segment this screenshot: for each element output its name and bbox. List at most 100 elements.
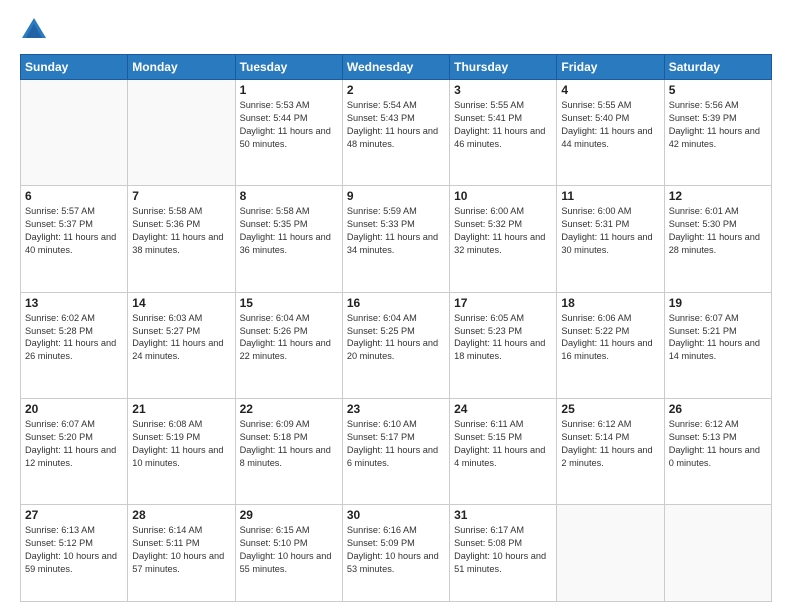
day-number: 27 <box>25 508 123 522</box>
calendar-table: SundayMondayTuesdayWednesdayThursdayFrid… <box>20 54 772 602</box>
calendar-cell: 14Sunrise: 6:03 AMSunset: 5:27 PMDayligh… <box>128 292 235 398</box>
calendar-cell: 19 Sunrise: 6:07 AMSunset: 5:21 PMDayligh… <box>664 292 771 398</box>
logo-icon <box>20 16 48 44</box>
day-number: 13 <box>25 296 123 310</box>
day-info: Sunrise: 6:09 AMSunset: 5:18 PMDaylight:… <box>240 418 338 470</box>
day-number: 25 <box>561 402 659 416</box>
calendar-week-5: 27 Sunrise: 6:13 AMSunset: 5:12 PMDayligh… <box>21 505 772 602</box>
day-number: 1 <box>240 83 338 97</box>
day-info: Sunrise: 6:06 AMSunset: 5:22 PMDaylight:… <box>561 312 659 364</box>
day-number: 9 <box>347 189 445 203</box>
day-info: Sunrise: 6:07 AMSunset: 5:20 PMDaylight:… <box>25 418 123 470</box>
calendar-cell: 27 Sunrise: 6:13 AMSunset: 5:12 PMDayligh… <box>21 505 128 602</box>
day-info: Sunrise: 6:04 AMSunset: 5:25 PMDaylight:… <box>347 312 445 364</box>
calendar-cell: 3 Sunrise: 5:55 AMSunset: 5:41 PMDaylight… <box>450 80 557 186</box>
calendar-cell: 21Sunrise: 6:08 AMSunset: 5:19 PMDayligh… <box>128 399 235 505</box>
calendar-cell: 12 Sunrise: 6:01 AMSunset: 5:30 PMDayligh… <box>664 186 771 292</box>
day-info: Sunrise: 6:04 AMSunset: 5:26 PMDaylight:… <box>240 312 338 364</box>
calendar-week-2: 6 Sunrise: 5:57 AMSunset: 5:37 PMDaylight… <box>21 186 772 292</box>
day-number: 11 <box>561 189 659 203</box>
day-number: 28 <box>132 508 230 522</box>
day-info: Sunrise: 6:12 AMSunset: 5:14 PMDaylight:… <box>561 418 659 470</box>
day-info: Sunrise: 5:54 AMSunset: 5:43 PMDaylight:… <box>347 99 445 151</box>
day-number: 15 <box>240 296 338 310</box>
calendar-cell: 4Sunrise: 5:55 AMSunset: 5:40 PMDaylight… <box>557 80 664 186</box>
calendar-cell: 7Sunrise: 5:58 AMSunset: 5:36 PMDaylight… <box>128 186 235 292</box>
calendar-cell: 6 Sunrise: 5:57 AMSunset: 5:37 PMDaylight… <box>21 186 128 292</box>
day-number: 22 <box>240 402 338 416</box>
calendar-cell: 2Sunrise: 5:54 AMSunset: 5:43 PMDaylight… <box>342 80 449 186</box>
calendar-cell: 10 Sunrise: 6:00 AMSunset: 5:32 PMDayligh… <box>450 186 557 292</box>
day-number: 19 <box>669 296 767 310</box>
day-number: 12 <box>669 189 767 203</box>
day-number: 3 <box>454 83 552 97</box>
day-number: 7 <box>132 189 230 203</box>
day-info: Sunrise: 5:56 AMSunset: 5:39 PMDaylight:… <box>669 99 767 151</box>
calendar-cell: 24 Sunrise: 6:11 AMSunset: 5:15 PMDayligh… <box>450 399 557 505</box>
day-info: Sunrise: 6:17 AMSunset: 5:08 PMDaylight:… <box>454 524 552 576</box>
calendar-cell: 26Sunrise: 6:12 AMSunset: 5:13 PMDayligh… <box>664 399 771 505</box>
day-number: 26 <box>669 402 767 416</box>
calendar-cell: 13 Sunrise: 6:02 AMSunset: 5:28 PMDayligh… <box>21 292 128 398</box>
calendar-cell: 17Sunrise: 6:05 AMSunset: 5:23 PMDayligh… <box>450 292 557 398</box>
day-number: 21 <box>132 402 230 416</box>
day-number: 18 <box>561 296 659 310</box>
weekday-header-sunday: Sunday <box>21 55 128 80</box>
calendar-cell: 28 Sunrise: 6:14 AMSunset: 5:11 PMDayligh… <box>128 505 235 602</box>
day-number: 8 <box>240 189 338 203</box>
day-number: 10 <box>454 189 552 203</box>
day-number: 31 <box>454 508 552 522</box>
weekday-header-friday: Friday <box>557 55 664 80</box>
day-info: Sunrise: 6:16 AMSunset: 5:09 PMDaylight:… <box>347 524 445 576</box>
calendar-cell: 5 Sunrise: 5:56 AMSunset: 5:39 PMDaylight… <box>664 80 771 186</box>
day-info: Sunrise: 6:01 AMSunset: 5:30 PMDaylight:… <box>669 205 767 257</box>
calendar-cell: 8 Sunrise: 5:58 AMSunset: 5:35 PMDaylight… <box>235 186 342 292</box>
day-info: Sunrise: 5:58 AMSunset: 5:35 PMDaylight:… <box>240 205 338 257</box>
day-number: 29 <box>240 508 338 522</box>
day-number: 17 <box>454 296 552 310</box>
page: SundayMondayTuesdayWednesdayThursdayFrid… <box>0 0 792 612</box>
day-info: Sunrise: 6:00 AMSunset: 5:32 PMDaylight:… <box>454 205 552 257</box>
weekday-header-row: SundayMondayTuesdayWednesdayThursdayFrid… <box>21 55 772 80</box>
weekday-header-saturday: Saturday <box>664 55 771 80</box>
calendar-cell: 29 Sunrise: 6:15 AMSunset: 5:10 PMDayligh… <box>235 505 342 602</box>
calendar-cell: 1 Sunrise: 5:53 AMSunset: 5:44 PMDaylight… <box>235 80 342 186</box>
calendar-cell <box>21 80 128 186</box>
calendar-cell: 11 Sunrise: 6:00 AMSunset: 5:31 PMDayligh… <box>557 186 664 292</box>
header <box>20 16 772 44</box>
day-info: Sunrise: 5:53 AMSunset: 5:44 PMDaylight:… <box>240 99 338 151</box>
calendar-week-4: 20 Sunrise: 6:07 AMSunset: 5:20 PMDayligh… <box>21 399 772 505</box>
day-info: Sunrise: 5:59 AMSunset: 5:33 PMDaylight:… <box>347 205 445 257</box>
calendar-cell: 25 Sunrise: 6:12 AMSunset: 5:14 PMDayligh… <box>557 399 664 505</box>
day-number: 20 <box>25 402 123 416</box>
day-number: 24 <box>454 402 552 416</box>
calendar-cell: 20 Sunrise: 6:07 AMSunset: 5:20 PMDayligh… <box>21 399 128 505</box>
calendar-cell: 16Sunrise: 6:04 AMSunset: 5:25 PMDayligh… <box>342 292 449 398</box>
weekday-header-thursday: Thursday <box>450 55 557 80</box>
day-info: Sunrise: 6:11 AMSunset: 5:15 PMDaylight:… <box>454 418 552 470</box>
logo <box>20 16 52 44</box>
day-info: Sunrise: 6:10 AMSunset: 5:17 PMDaylight:… <box>347 418 445 470</box>
calendar-cell: 9 Sunrise: 5:59 AMSunset: 5:33 PMDaylight… <box>342 186 449 292</box>
day-info: Sunrise: 6:00 AMSunset: 5:31 PMDaylight:… <box>561 205 659 257</box>
calendar-cell: 18 Sunrise: 6:06 AMSunset: 5:22 PMDayligh… <box>557 292 664 398</box>
calendar-cell: 15 Sunrise: 6:04 AMSunset: 5:26 PMDayligh… <box>235 292 342 398</box>
day-info: Sunrise: 6:02 AMSunset: 5:28 PMDaylight:… <box>25 312 123 364</box>
day-info: Sunrise: 5:57 AMSunset: 5:37 PMDaylight:… <box>25 205 123 257</box>
day-number: 14 <box>132 296 230 310</box>
day-info: Sunrise: 5:55 AMSunset: 5:40 PMDaylight:… <box>561 99 659 151</box>
day-info: Sunrise: 6:07 AMSunset: 5:21 PMDaylight:… <box>669 312 767 364</box>
day-info: Sunrise: 6:13 AMSunset: 5:12 PMDaylight:… <box>25 524 123 576</box>
day-info: Sunrise: 5:55 AMSunset: 5:41 PMDaylight:… <box>454 99 552 151</box>
calendar-cell: 23 Sunrise: 6:10 AMSunset: 5:17 PMDayligh… <box>342 399 449 505</box>
day-number: 5 <box>669 83 767 97</box>
calendar-cell: 31 Sunrise: 6:17 AMSunset: 5:08 PMDayligh… <box>450 505 557 602</box>
calendar-week-1: 1 Sunrise: 5:53 AMSunset: 5:44 PMDaylight… <box>21 80 772 186</box>
calendar-week-3: 13 Sunrise: 6:02 AMSunset: 5:28 PMDayligh… <box>21 292 772 398</box>
calendar-cell: 22 Sunrise: 6:09 AMSunset: 5:18 PMDayligh… <box>235 399 342 505</box>
day-number: 23 <box>347 402 445 416</box>
day-number: 6 <box>25 189 123 203</box>
day-info: Sunrise: 6:14 AMSunset: 5:11 PMDaylight:… <box>132 524 230 576</box>
day-info: Sunrise: 6:15 AMSunset: 5:10 PMDaylight:… <box>240 524 338 576</box>
calendar-cell <box>128 80 235 186</box>
